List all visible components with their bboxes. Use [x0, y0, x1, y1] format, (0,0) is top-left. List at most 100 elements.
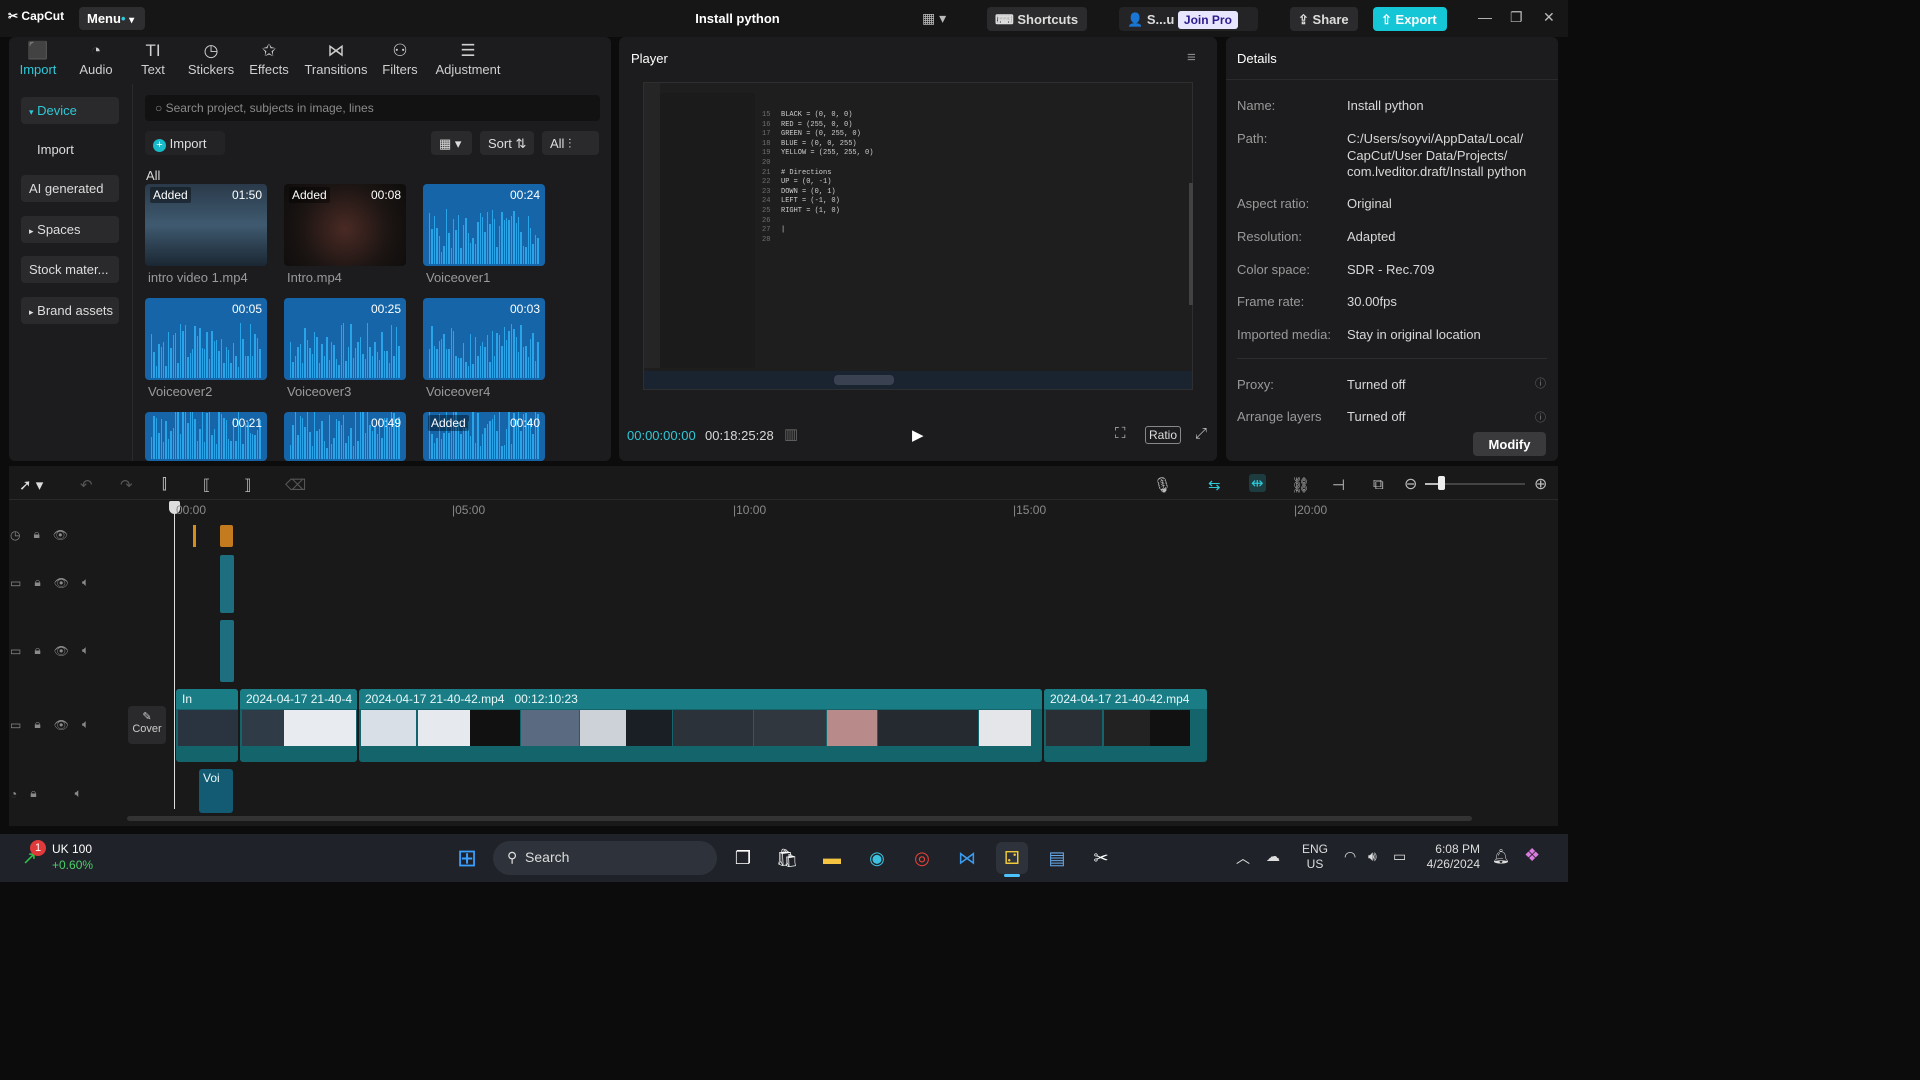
sidebar-item-device[interactable]: ▾ Device [21, 97, 119, 124]
lock-icon[interactable]: 🔒︎ [34, 575, 40, 590]
file-explorer-icon[interactable]: ▬ [816, 842, 848, 874]
toolbar-tab-import[interactable]: ⬛ Import [16, 40, 60, 77]
video-track-icon[interactable]: ▭ [10, 644, 21, 658]
ratio-button[interactable]: Ratio [1145, 426, 1182, 444]
zoom-slider-handle[interactable] [1438, 476, 1445, 490]
lock-icon[interactable]: 🔒︎ [34, 643, 40, 658]
maximize-icon[interactable]: ❐ [1510, 9, 1523, 26]
media-thumbnail[interactable]: 00:40 Added [423, 412, 545, 461]
volume-icon[interactable]: 🔊︎ [1368, 848, 1377, 865]
main-track-magnet-icon[interactable]: ⇆ [1208, 476, 1221, 494]
join-pro-button[interactable]: Join Pro [1177, 11, 1238, 29]
preview-axis-icon[interactable]: ⊣ [1332, 476, 1345, 494]
fit-screen-icon[interactable]: ⛶ [1115, 425, 1126, 442]
video-track-icon[interactable]: ▭ [10, 576, 21, 590]
windows-start-icon[interactable]: ⊞ [451, 842, 483, 874]
proxy-info-icon[interactable]: ⓘ [1535, 375, 1546, 391]
select-tool-icon[interactable]: ➚ ▾ [19, 476, 43, 494]
player-menu-icon[interactable]: ≡ [1187, 49, 1196, 66]
redo-icon[interactable]: ↷ [120, 476, 133, 494]
zoom-in-icon[interactable]: ⊕ [1534, 474, 1547, 494]
toolbar-tab-text[interactable]: TI Text [128, 40, 178, 77]
media-thumbnail[interactable]: 00:25 [284, 298, 406, 380]
edge-icon[interactable]: ◉ [861, 842, 893, 874]
import-button[interactable]: + Import [145, 131, 225, 155]
language-indicator[interactable]: ENG US [1302, 842, 1328, 872]
split-icon[interactable]: ⫿ [162, 476, 167, 493]
battery-icon[interactable]: ▭ [1393, 848, 1406, 865]
speaker-icon[interactable]: 🔈︎ [82, 717, 89, 732]
share-button[interactable]: ⇪ Share [1290, 7, 1358, 31]
media-thumbnail[interactable]: 00:08 Added [284, 184, 406, 266]
eye-icon[interactable]: 👁︎ [53, 528, 68, 542]
zoom-out-icon[interactable]: ⊖ [1404, 474, 1417, 494]
lock-icon[interactable]: 🔒︎ [34, 717, 40, 732]
clock[interactable]: 6:08 PM 4/26/2024 [1424, 842, 1480, 872]
capcut-taskbar-icon[interactable]: ✂ [1085, 842, 1117, 874]
overlay-clip-1[interactable] [220, 555, 234, 613]
sticker-clip[interactable] [220, 525, 233, 547]
sidebar-item-spaces[interactable]: ▸ Spaces [21, 216, 119, 243]
undo-icon[interactable]: ↶ [80, 476, 93, 494]
task-view-icon[interactable]: ❐ [727, 842, 759, 874]
speaker-icon[interactable]: 🔈︎ [82, 643, 89, 658]
minimize-icon[interactable]: — [1478, 9, 1492, 25]
view-mode-button[interactable]: ▦ ▾ [431, 131, 472, 155]
shortcuts-button[interactable]: ⌨ Shortcuts [987, 7, 1087, 31]
user-account[interactable]: 👤 S...u Join Pro [1119, 7, 1258, 31]
close-icon[interactable]: ✕ [1543, 9, 1555, 26]
filter-button[interactable]: All ⫶ [542, 131, 599, 155]
link-icon[interactable]: ⛓ [1291, 476, 1310, 494]
sidebar-item-import[interactable]: Import [21, 136, 119, 163]
clock-icon[interactable]: ◷ [10, 528, 20, 542]
audio-track-icon[interactable]: ◔ [10, 787, 17, 801]
eye-icon[interactable]: 👁︎ [54, 644, 69, 658]
onedrive-icon[interactable]: ☁ [1266, 848, 1280, 865]
layout-icon[interactable]: ▦ ▾ [922, 10, 946, 27]
toolbar-tab-effects[interactable]: ✩ Effects [243, 40, 295, 77]
search-input[interactable]: ○ Search project, subjects in image, lin… [145, 95, 600, 121]
thumbnail-icon[interactable]: ⧉ [1373, 476, 1384, 493]
grid-view-icon[interactable]: ▥ [784, 425, 798, 443]
video-preview[interactable] [643, 82, 1193, 390]
vscode-icon[interactable]: ⋈ [951, 842, 983, 874]
microphone-icon[interactable]: 🎙 [1153, 476, 1172, 494]
toolbar-tab-filters[interactable]: ⚇ Filters [376, 40, 424, 77]
python-icon[interactable]: ⚁ [996, 842, 1028, 874]
chrome-icon[interactable]: ◎ [906, 842, 938, 874]
store-icon[interactable]: 🛍︎ [771, 842, 803, 874]
sort-button[interactable]: Sort ⇅ [480, 131, 534, 155]
lock-icon[interactable]: 🔒︎ [30, 786, 36, 801]
toolbar-tab-stickers[interactable]: ◷ Stickers [185, 40, 237, 77]
toolbar-tab-audio[interactable]: ◔ Audio [72, 40, 120, 77]
sidebar-item-brand[interactable]: ▸ Brand assets [21, 297, 119, 324]
menu-button[interactable]: Menu• ▾ [79, 7, 145, 30]
eye-icon[interactable]: 👁︎ [54, 576, 69, 590]
copilot-icon[interactable]: ❖ [1524, 845, 1540, 866]
export-button[interactable]: ⇧ Export [1373, 7, 1447, 31]
play-icon[interactable]: ▶ [912, 426, 924, 444]
stock-widget[interactable]: ↗ 1 UK 100 +0.60% [20, 840, 110, 876]
fullscreen-icon[interactable]: ⤢ [1195, 425, 1207, 442]
delete-icon[interactable]: ⌫ [285, 476, 306, 494]
split-left-icon[interactable]: ⟦ [203, 476, 210, 494]
lock-icon[interactable]: 🔒︎ [33, 527, 39, 542]
video-track-icon[interactable]: ▭ [10, 718, 21, 732]
sidebar-item-stock[interactable]: Stock mater... [21, 256, 119, 283]
split-right-icon[interactable]: ⟧ [244, 476, 251, 494]
notification-bell-icon[interactable]: 🔔︎ [1492, 848, 1510, 865]
cover-button[interactable]: ✎ Cover [128, 706, 166, 744]
auto-snap-icon[interactable]: ⇹ [1249, 474, 1266, 492]
eye-icon[interactable]: 👁︎ [54, 718, 69, 732]
overlay-clip-2[interactable] [220, 620, 234, 682]
sidebar-item-ai-generated[interactable]: AI generated [21, 175, 119, 202]
toolbar-tab-adjustment[interactable]: ☰ Adjustment [433, 40, 503, 77]
timeline-scrollbar[interactable] [127, 816, 1472, 821]
speaker-icon[interactable]: 🔈︎ [82, 575, 89, 590]
modify-button[interactable]: Modify [1473, 432, 1546, 456]
chevron-up-icon[interactable]: ︿ [1236, 848, 1250, 868]
toolbar-tab-transitions[interactable]: ⋈ Transitions [304, 40, 368, 77]
taskbar-search[interactable]: ⚲ Search [493, 841, 717, 875]
audio-clip[interactable]: Voi [199, 769, 233, 813]
media-thumbnail[interactable]: 00:24 [423, 184, 545, 266]
